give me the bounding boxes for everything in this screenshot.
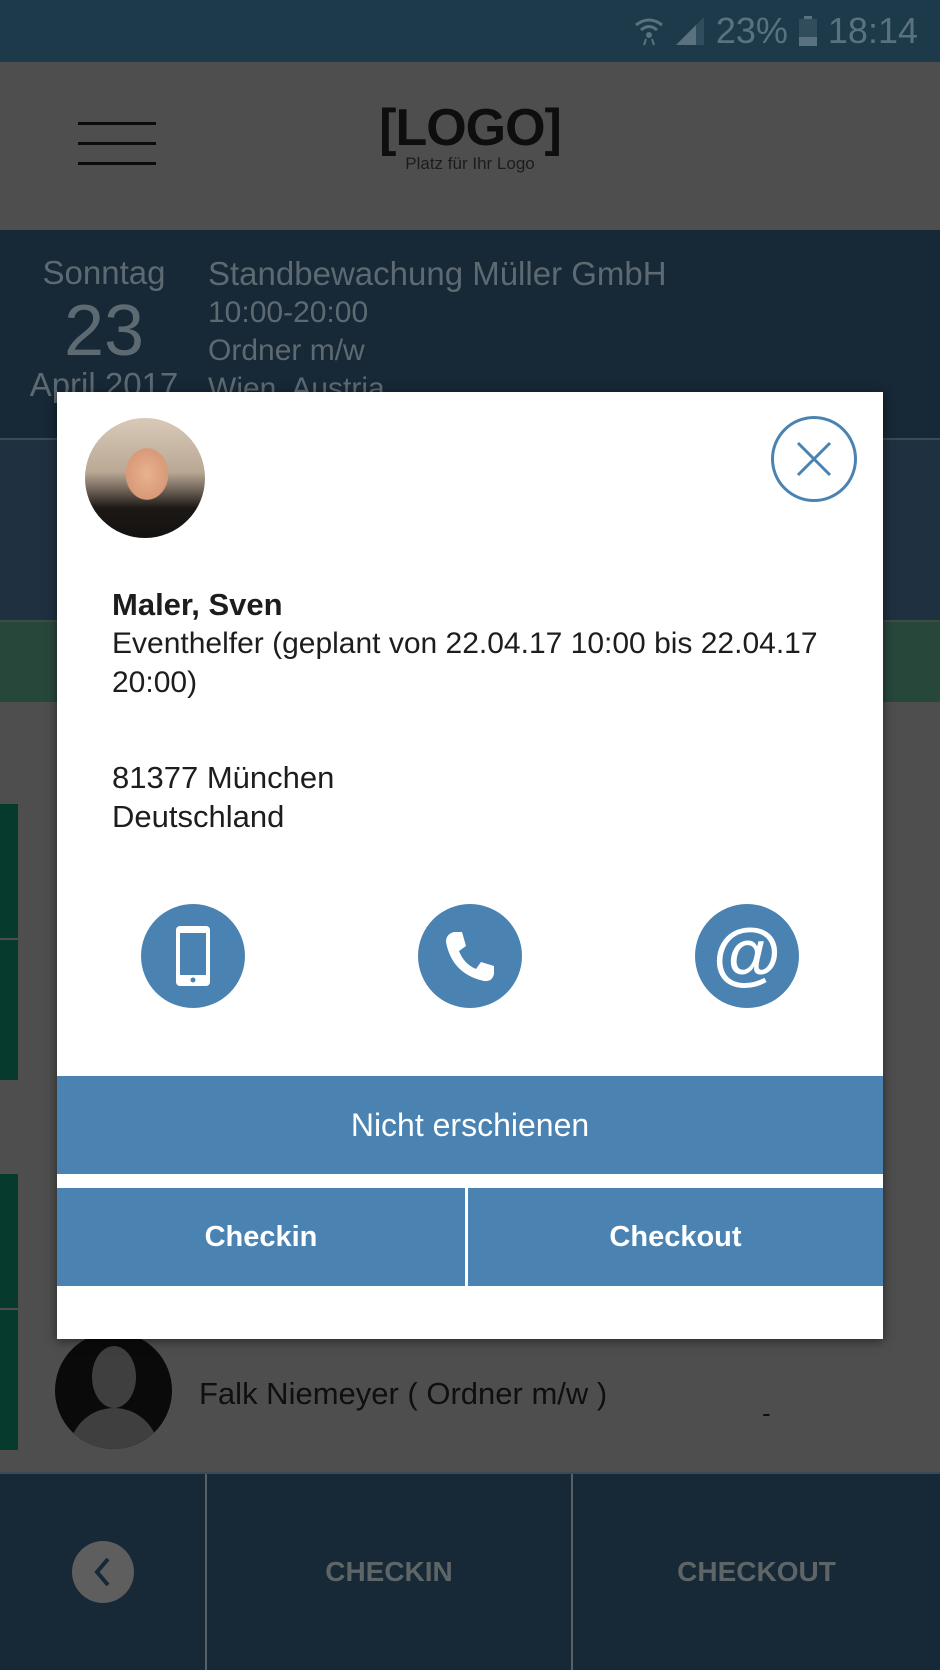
nav-checkin-button[interactable]: CHECKIN [207, 1474, 573, 1670]
address-city: 81377 München [112, 760, 335, 795]
chevron-left-icon [71, 1541, 134, 1603]
mobile-button[interactable] [141, 904, 245, 1008]
row-status-indicator [0, 1174, 18, 1308]
check-buttons: Checkin Checkout [57, 1188, 883, 1286]
checkout-button[interactable]: Checkout [468, 1188, 883, 1286]
event-role: Ordner m/w [208, 334, 365, 367]
status-icons: 23% 18:14 [634, 10, 918, 52]
phone-button[interactable] [418, 904, 522, 1008]
event-date: Sonntag 23 April 2017 [24, 254, 184, 401]
signal-icon [674, 15, 706, 47]
person-detail-dialog: Maler, Sven Eventhelfer (geplant von 22.… [57, 392, 883, 1339]
person-info: Maler, Sven Eventhelfer (geplant von 22.… [112, 586, 832, 702]
battery-percent: 23% [715, 10, 788, 51]
nav-checkout-button[interactable]: CHECKOUT [573, 1474, 940, 1670]
checkin-button[interactable]: Checkin [57, 1188, 468, 1286]
logo-main: [LOGO] [379, 99, 562, 157]
address-country: Deutschland [112, 799, 285, 834]
bottom-nav: CHECKIN CHECKOUT [0, 1472, 940, 1670]
row-status-indicator [0, 804, 18, 938]
person-address: 81377 München Deutschland [112, 758, 334, 836]
person-name: Maler, Sven [112, 587, 283, 622]
list-item-name: Falk Niemeyer ( Ordner m/w ) [199, 1376, 608, 1411]
email-button[interactable]: @ [695, 904, 799, 1008]
person-role-schedule: Eventhelfer (geplant von 22.04.17 10:00 … [112, 627, 818, 699]
phone-icon [446, 932, 494, 982]
list-item-status: - [762, 1398, 771, 1428]
logo: [LOGO] Platz für Ihr Logo [360, 100, 580, 174]
avatar [85, 418, 205, 538]
event-company: Standbewachung Müller GmbH [208, 255, 667, 292]
no-show-button[interactable]: Nicht erschienen [57, 1076, 883, 1174]
close-button[interactable] [771, 416, 857, 502]
avatar-placeholder-icon [55, 1332, 172, 1449]
event-day: 23 [63, 291, 145, 371]
event-info: Standbewachung Müller GmbH 10:00-20:00 O… [208, 254, 667, 408]
event-time-range: 10:00-20:00 [208, 296, 369, 329]
status-bar: 23% 18:14 [0, 0, 940, 62]
clock: 18:14 [827, 10, 918, 51]
email-at-icon: @ [712, 914, 782, 992]
row-status-indicator [0, 940, 18, 1080]
logo-subtitle: Platz für Ihr Logo [405, 154, 535, 173]
wifi-icon [634, 15, 664, 47]
mobile-phone-icon [176, 926, 210, 986]
hamburger-icon[interactable] [78, 122, 156, 168]
back-button[interactable] [0, 1474, 207, 1670]
close-icon [796, 441, 832, 477]
battery-icon [798, 15, 818, 47]
event-weekday: Sonntag [42, 254, 166, 291]
